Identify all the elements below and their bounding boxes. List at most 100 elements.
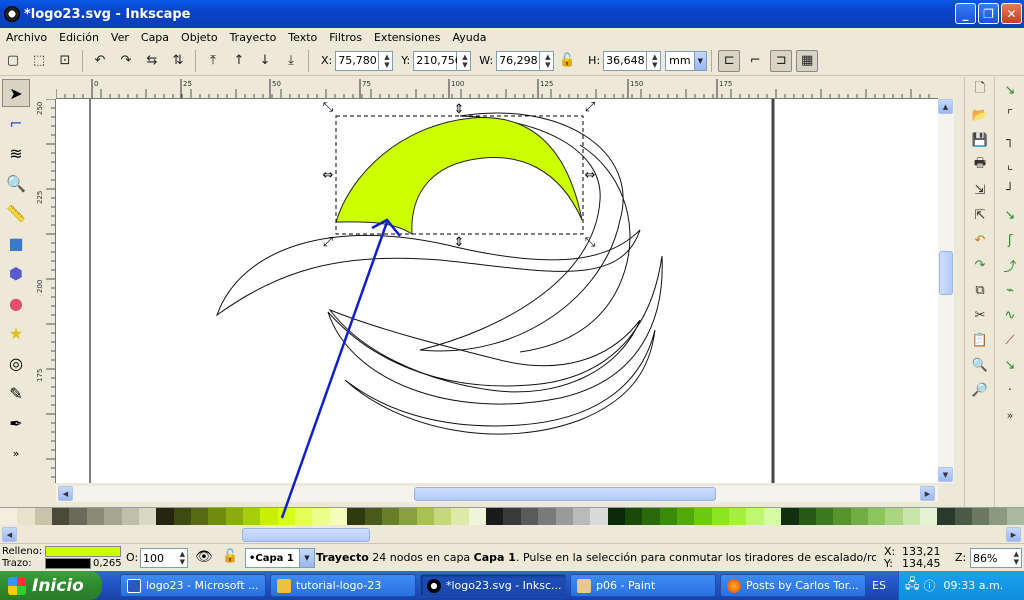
select-all-layers-icon[interactable]: ⬚: [28, 50, 50, 72]
snap-paths-icon[interactable]: ʃ: [997, 228, 1023, 252]
palette-swatch[interactable]: [17, 508, 35, 526]
palette-swatch[interactable]: [329, 508, 348, 526]
palette-swatch[interactable]: [989, 508, 1007, 526]
menu-capa[interactable]: Capa: [135, 31, 175, 44]
measure-tool-icon[interactable]: 📏: [2, 199, 30, 227]
drawing-canvas[interactable]: ⤡ ⇕ ⤢ ⇔ ⇔ ⤢ ⇕ ⤡: [56, 99, 938, 483]
palette-swatch[interactable]: [815, 508, 834, 526]
move-patterns-icon[interactable]: ▦: [796, 49, 819, 72]
info-icon[interactable]: ⓘ: [924, 577, 936, 594]
palette-swatch[interactable]: [52, 508, 70, 526]
snap-rotation-center-icon[interactable]: ·: [997, 378, 1023, 402]
scale-corners-icon[interactable]: ⌐: [744, 50, 766, 72]
snap-bbox-midpoint-icon[interactable]: ┘: [997, 178, 1023, 202]
star-tool-icon[interactable]: ★: [2, 319, 30, 347]
palette-swatch[interactable]: [781, 508, 799, 526]
scale-handle-ne-icon[interactable]: ⤢: [585, 100, 595, 115]
lock-ratio-icon[interactable]: 🔓: [556, 50, 578, 72]
palette-swatch[interactable]: [694, 508, 712, 526]
palette-swatch[interactable]: [520, 508, 539, 526]
palette-swatch[interactable]: [121, 508, 139, 526]
task-paint[interactable]: p06 - Paint: [570, 574, 716, 597]
task-firefox[interactable]: Posts by Carlos Tor...: [720, 574, 866, 597]
export-icon[interactable]: ⇱: [967, 203, 993, 227]
palette-swatch[interactable]: [867, 508, 886, 526]
palette-swatch[interactable]: [677, 508, 695, 526]
palette-swatch[interactable]: [763, 508, 782, 526]
move-gradients-icon[interactable]: ⊐: [770, 49, 793, 72]
snap-intersections-icon[interactable]: ⤴: [997, 253, 1023, 277]
menu-archivo[interactable]: Archivo: [0, 31, 53, 44]
calligraphy-tool-icon[interactable]: ✒: [2, 409, 30, 437]
scale-handle-se-icon[interactable]: ⤡: [585, 235, 596, 250]
snap-nodes-icon[interactable]: ↘: [997, 203, 1023, 227]
scale-handle-s-icon[interactable]: ⇕: [454, 235, 465, 250]
palette-swatch[interactable]: [295, 508, 313, 526]
lower-to-bottom-icon[interactable]: ⤓: [280, 50, 302, 72]
palette-swatch[interactable]: [173, 508, 191, 526]
palette-swatch[interactable]: [190, 508, 209, 526]
task-word[interactable]: logo23 - Microsoft ...: [120, 574, 266, 597]
minimize-button[interactable]: _: [955, 3, 976, 24]
print-icon[interactable]: 🖶: [967, 153, 993, 177]
palette-swatch[interactable]: [69, 508, 87, 526]
menu-edicion[interactable]: Edición: [53, 31, 105, 44]
flip-vertical-icon[interactable]: ⇅: [167, 50, 189, 72]
palette-swatch[interactable]: [590, 508, 608, 526]
redo-icon[interactable]: ↷: [967, 253, 993, 277]
network-icon[interactable]: 🖧: [905, 575, 920, 597]
horizontal-scrollbar[interactable]: ◀ ▶: [56, 486, 938, 502]
lower-icon[interactable]: ↓: [254, 50, 276, 72]
palette-swatch[interactable]: [156, 508, 174, 526]
zoom-selection-icon[interactable]: 🔍: [967, 353, 993, 377]
palette-swatch[interactable]: [624, 508, 643, 526]
select-all-icon[interactable]: ▢: [2, 50, 24, 72]
palette-swatch[interactable]: [433, 508, 452, 526]
start-button[interactable]: Inicio: [0, 571, 102, 600]
selected-crescent-shape[interactable]: [335, 117, 583, 235]
palette-swatch[interactable]: [729, 508, 747, 526]
palette-swatch[interactable]: [225, 508, 244, 526]
snap-bbox-icon[interactable]: ⌜: [997, 103, 1023, 127]
zoom-drawing-icon[interactable]: 🔎: [967, 378, 993, 402]
palette-swatch[interactable]: [277, 508, 296, 526]
paste-icon[interactable]: 📋: [967, 328, 993, 352]
palette-swatch[interactable]: [381, 508, 400, 526]
palette-scroll-right-icon[interactable]: ▶: [1006, 527, 1021, 542]
palette-swatch[interactable]: [572, 508, 591, 526]
eye-icon[interactable]: 👁: [195, 549, 213, 565]
palette-swatch[interactable]: [104, 508, 122, 526]
menu-filtros[interactable]: Filtros: [323, 31, 368, 44]
w-stepper[interactable]: ▲ ▼: [540, 50, 555, 71]
stroke-width-value[interactable]: 0,265: [93, 558, 122, 569]
raise-icon[interactable]: ↑: [228, 50, 250, 72]
palette-swatch[interactable]: [954, 508, 973, 526]
pencil-tool-icon[interactable]: ✎: [2, 379, 30, 407]
tweak-tool-icon[interactable]: ≋: [2, 139, 30, 167]
fill-swatch[interactable]: [45, 546, 121, 557]
snap-smooth-icon[interactable]: ∿: [997, 303, 1023, 327]
palette-swatch[interactable]: [885, 508, 903, 526]
color-palette[interactable]: [0, 507, 1024, 526]
palette-swatch[interactable]: [468, 508, 487, 526]
palette-swatch[interactable]: [798, 508, 816, 526]
snap-center-icon[interactable]: ↘: [997, 353, 1023, 377]
import-icon[interactable]: ⇲: [967, 178, 993, 202]
scale-handle-w-icon[interactable]: ⇔: [323, 168, 334, 183]
palette-swatch[interactable]: [86, 508, 105, 526]
palette-swatch[interactable]: [659, 508, 678, 526]
palette-swatch[interactable]: [364, 508, 382, 526]
palette-swatch[interactable]: [416, 508, 434, 526]
palette-swatch[interactable]: [208, 508, 226, 526]
w-field[interactable]: 76,298: [496, 50, 541, 71]
snap-bbox-corner-icon[interactable]: ⌞: [997, 153, 1023, 177]
y-field[interactable]: 210,756: [413, 50, 462, 71]
3d-box-tool-icon[interactable]: ⬢: [2, 259, 30, 287]
palette-swatch[interactable]: [138, 508, 157, 526]
scroll-right-icon[interactable]: ▶: [920, 486, 935, 501]
scale-stroke-icon[interactable]: ⊏: [718, 49, 741, 72]
node-tool-icon[interactable]: ⌐: [2, 109, 30, 137]
zoom-field[interactable]: 86% ▲ ▼: [970, 548, 1022, 568]
palette-swatch[interactable]: [538, 508, 556, 526]
save-icon[interactable]: 💾: [967, 128, 993, 152]
